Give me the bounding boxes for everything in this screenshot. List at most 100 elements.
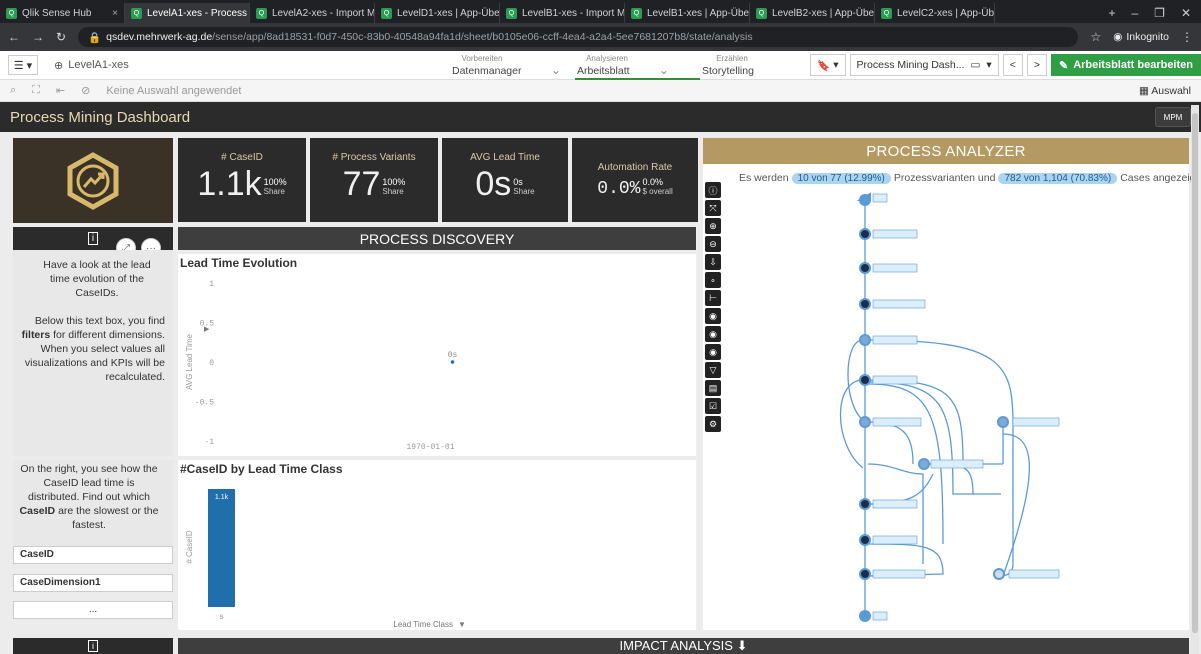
navigation-menu-button[interactable]: ☰ ▾ (8, 55, 38, 75)
edit-sheet-label: Arbeitsblatt bearbeiten (1073, 59, 1193, 71)
sheet-selector[interactable]: Process Mining Dash... ▭ ▾ (849, 54, 999, 76)
chart-title: #CaseID by Lead Time Class (180, 462, 343, 476)
browser-tab-active[interactable]: QLevelA1-xes - Process Mini× (125, 3, 250, 23)
info-icon[interactable]: i (88, 640, 98, 652)
process-discovery-header: PROCESS DISCOVERY (178, 227, 696, 250)
close-window-icon[interactable]: ✕ (1181, 6, 1191, 20)
kpi-label: # CaseID (221, 152, 263, 163)
kpi-label: Automation Rate (597, 162, 673, 173)
data-label: 0s (448, 351, 458, 360)
new-tab-icon[interactable]: + (1108, 6, 1115, 20)
chevron-down-icon: ⌄ (550, 63, 561, 77)
scrollbar-thumb[interactable] (1192, 113, 1198, 633)
url-field[interactable]: 🔒 qsdev.mehrwerk-ag.de/sense/app/8ad18531… (78, 27, 1079, 47)
page-scrollbar[interactable] (1191, 105, 1199, 654)
reload-icon[interactable]: ↻ (56, 30, 66, 44)
smart-search-icon[interactable]: ⌕ (10, 84, 16, 97)
kpi-share-value: 0s (513, 177, 523, 187)
filter-casedimension1[interactable]: CaseDimension1 (13, 574, 173, 592)
maximize-icon[interactable]: ❐ (1154, 6, 1165, 20)
sheet-title: Process Mining Dashboard (10, 108, 191, 126)
info-text-box-1: Have a look at the lead time evolution o… (13, 250, 173, 456)
qlik-icon: Q (6, 7, 17, 19)
mode-sub: Analysieren (586, 54, 628, 63)
chart-title: Lead Time Evolution (180, 256, 298, 270)
mode-main: Datenmanager (452, 65, 522, 77)
browser-tab[interactable]: Q Qlik Sense Hub × (0, 3, 125, 23)
kpi-automation-rate[interactable]: Automation Rate 0.0% 0.0% $ overall (572, 138, 698, 222)
tab-datenmanager[interactable]: Vorbereiten Datenmanager ⌄ (450, 51, 575, 80)
leadtime-class-chart-svg: # CaseID 1.1k s Lead Time Class ▼ (185, 489, 466, 629)
kpi-share-value: 0.0% (642, 177, 663, 187)
back-icon[interactable]: ← (8, 30, 20, 44)
tab-arbeitsblatt[interactable]: Analysieren Arbeitsblatt ⌄ (575, 51, 700, 80)
incognito-badge[interactable]: ◉ Inkognito (1113, 31, 1169, 43)
info-text-bold: filters (21, 329, 51, 341)
bookmark-button[interactable]: 🔖 ▾ (810, 54, 846, 76)
kpi-process-variants[interactable]: # Process Variants 77 100% Share (310, 138, 438, 222)
sort-arrow-icon: ▼ (458, 620, 466, 629)
kpi-caseid[interactable]: # CaseID 1.1k 100% Share (178, 138, 306, 222)
kpi-value: 1.1k (197, 165, 262, 203)
tab-label: Qlik Sense Hub (22, 7, 92, 19)
browser-tab[interactable]: QLevelB1-xes | App-Übersic× (625, 3, 750, 23)
edit-sheet-button[interactable]: ✎ Arbeitsblatt bearbeiten (1050, 54, 1201, 76)
address-bar: ← → ↻ 🔒 qsdev.mehrwerk-ag.de/sense/app/8a… (0, 23, 1201, 51)
selections-icon: ▦ (1139, 84, 1149, 97)
caseid-by-leadtime-class-chart[interactable]: #CaseID by Lead Time Class # CaseID 1.1k s… (178, 460, 696, 630)
window-controls: + – ❐ ✕ (1098, 3, 1201, 23)
process-map (839, 192, 1060, 622)
kpi-avg-lead-time[interactable]: AVG Lead Time 0s 0s Share (442, 138, 568, 222)
process-analyzer-header: PROCESS ANALYZER (703, 138, 1189, 164)
info-text-box-2: On the right, you see how the CaseID lea… (13, 460, 173, 546)
browser-tab[interactable]: QLevelB2-xes | App-Übersic× (750, 3, 875, 23)
mode-sub: Erzählen (716, 54, 748, 63)
selections-label: Auswahl (1151, 84, 1191, 97)
minimize-icon[interactable]: – (1131, 6, 1138, 20)
process-analyzer-panel[interactable]: Es werden 10 von 77 (12.99%) Prozessvari… (703, 164, 1198, 630)
sheet-icon: ▭ (970, 59, 981, 71)
bookmark-icon: 🔖 (817, 59, 831, 72)
kpi-label: AVG Lead Time (470, 152, 540, 163)
data-label: 1.1k (215, 494, 229, 501)
url-path: /sense/app/8ad18531-f0d7-450c-83b0-40548… (212, 31, 753, 43)
info-text: Below this text box, you find (34, 315, 165, 327)
close-icon[interactable]: × (112, 8, 118, 19)
filter-caseid[interactable]: CaseID (13, 546, 173, 564)
qlik-icon: Q (506, 7, 517, 19)
x-tick-label: s (219, 613, 224, 622)
impact-analysis-header: IMPACT ANALYSIS ⬇ (178, 638, 1189, 654)
tab-label: LevelB1-xes | App-Übersic (647, 7, 750, 19)
filter-more-button[interactable]: ... (13, 601, 173, 619)
app-name-label: LevelA1-xes (68, 59, 129, 71)
chevron-down-icon: ⌄ (658, 63, 669, 77)
menu-dots-icon[interactable]: ⋮ (1181, 30, 1193, 44)
browser-tab[interactable]: QLevelB1-xes - Import Mast× (500, 3, 625, 23)
browser-tab[interactable]: QLevelA2-xes - Import Mast× (250, 3, 375, 23)
mpm-logo: MPM (1155, 107, 1191, 127)
forward-icon[interactable]: → (32, 30, 44, 44)
lead-time-evolution-chart[interactable]: Lead Time Evolution 1 0.5 0 -0.5 -1 AVG Lead … (178, 254, 696, 456)
star-icon[interactable]: ☆ (1090, 30, 1101, 44)
clear-selections-icon[interactable]: ⊘ (81, 84, 90, 97)
qlik-icon: Q (881, 7, 892, 19)
previous-sheet-button[interactable]: < (1002, 54, 1023, 76)
tab-storytelling[interactable]: Erzählen Storytelling (700, 51, 825, 80)
selection-tool-icon[interactable]: ⛶ (32, 84, 40, 97)
next-sheet-button[interactable]: > (1026, 54, 1047, 76)
step-back-icon[interactable]: ⇤ (56, 84, 65, 97)
browser-tab[interactable]: QLevelC2-xes | App-Übersic× (875, 3, 995, 23)
mode-tabs: Vorbereiten Datenmanager ⌄ Analysieren Arb… (450, 51, 825, 80)
app-icon: ⊕ (54, 59, 64, 72)
lock-icon: 🔒 (88, 31, 102, 44)
info-icon[interactable]: i (87, 232, 99, 245)
incognito-label: Inkognito (1126, 31, 1169, 43)
x-axis-label: Lead Time Class (393, 620, 453, 629)
mode-sub: Vorbereiten (461, 54, 503, 63)
y-axis-label: AVG Lead Time (185, 334, 194, 390)
info-text-bold: CaseID (19, 505, 56, 517)
trend-hexagon-icon (67, 151, 119, 210)
selections-button[interactable]: ▦ Auswahl (1139, 85, 1191, 97)
browser-tab[interactable]: QLevelD1-xes | App-Übersic× (375, 3, 500, 23)
qlik-toolbar: ☰ ▾ ⊕ LevelA1-xes Vorbereiten Datenmanager… (0, 51, 1201, 80)
